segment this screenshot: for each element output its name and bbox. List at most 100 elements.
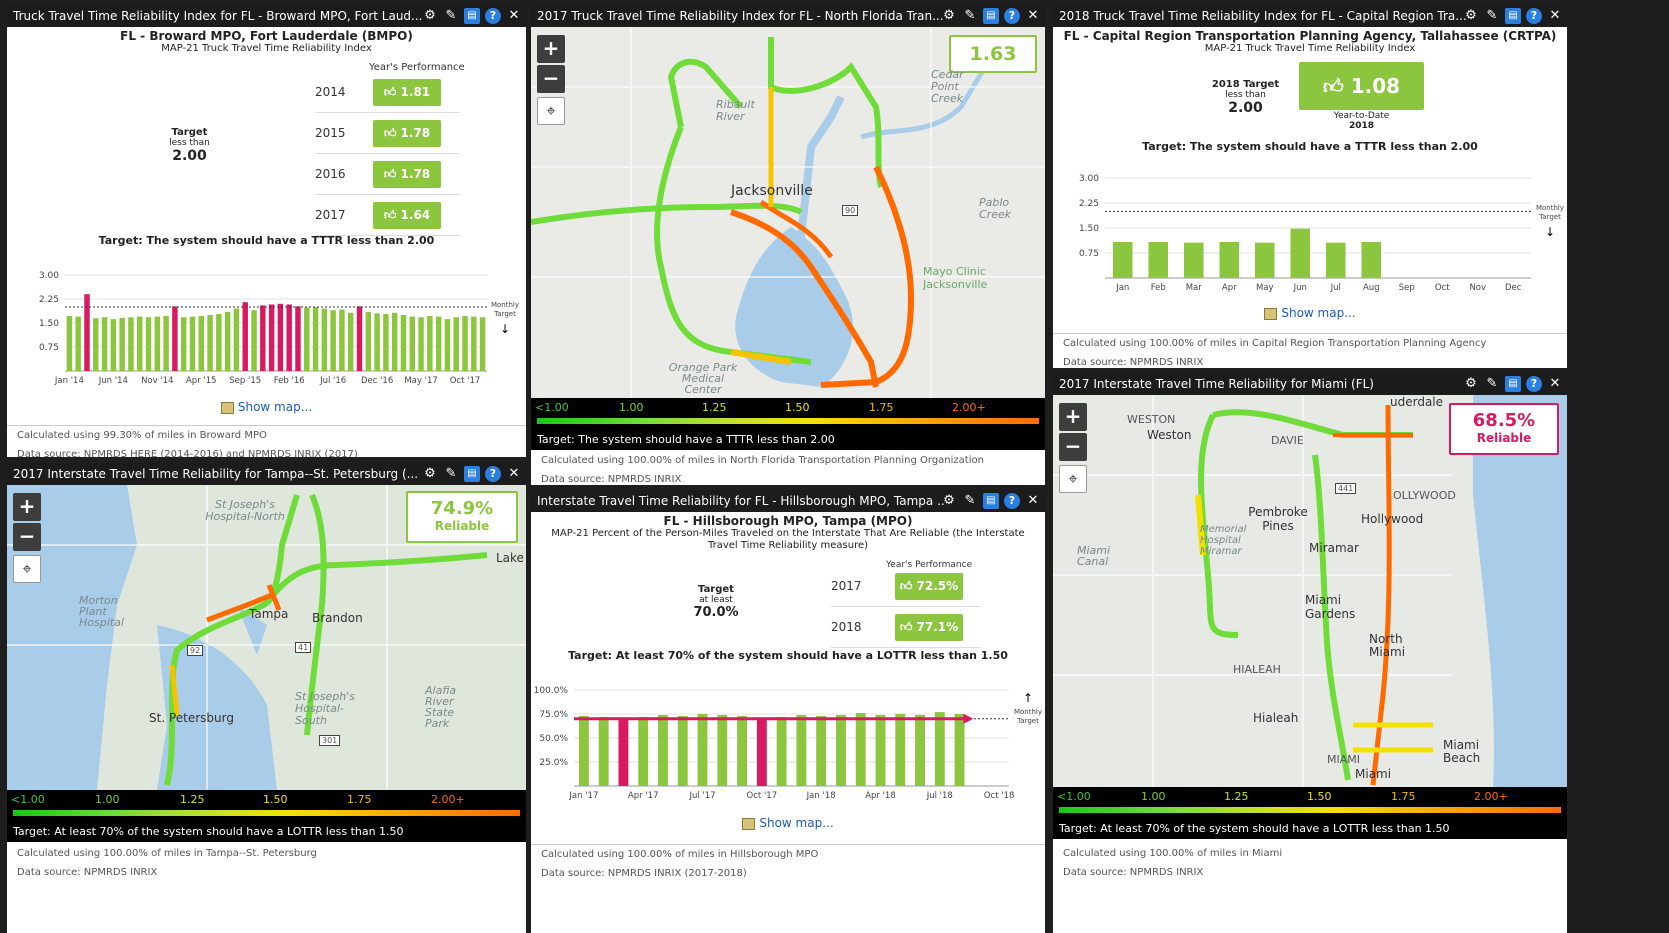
gear-icon[interactable]: ⚙ (422, 8, 438, 24)
y-tick-label: 2.25 (1079, 199, 1099, 209)
chart-bar (1290, 228, 1311, 278)
zoom-out-button[interactable]: − (13, 523, 41, 551)
map-label-pembroke: Pembroke Pines (1248, 505, 1308, 533)
legend-label: 1.50 (785, 401, 810, 414)
chart-bar (1112, 242, 1133, 278)
chart-bar (321, 308, 328, 371)
zoom-out-button[interactable]: − (537, 65, 565, 93)
chart-bar (717, 714, 728, 786)
help-icon[interactable]: ? (1004, 8, 1020, 24)
year-value: 77.1% (916, 620, 959, 634)
zoom-in-button[interactable]: + (13, 493, 41, 521)
close-icon[interactable]: ✕ (1025, 493, 1041, 509)
save-icon[interactable]: ▤ (464, 8, 480, 24)
chart-bar (471, 316, 477, 371)
map-label-stjs: St Joseph's Hospital-South (295, 690, 355, 727)
year-value: 1.78 (400, 167, 431, 181)
year-value: 72.5% (916, 579, 959, 593)
map-view[interactable]: + − ⌖ 1.63 Jacksonville Ribault River Ce… (531, 27, 1045, 398)
locate-button[interactable]: ⌖ (1059, 465, 1087, 493)
chart-bar (128, 317, 134, 371)
x-tick-label: Feb '16 (274, 376, 305, 386)
calc-note: Calculated using 100.00% of miles in Mia… (1063, 848, 1283, 859)
close-icon[interactable]: ✕ (506, 8, 522, 24)
x-tick-label: Dec '16 (361, 376, 393, 386)
map-view[interactable]: + − ⌖ 74.9% Reliable Tampa Brandon Lake … (7, 485, 526, 790)
chart-bar (875, 714, 886, 786)
close-icon[interactable]: ✕ (1547, 8, 1563, 24)
zoom-out-button[interactable]: − (1059, 433, 1087, 461)
pencil-icon[interactable]: ✎ (443, 466, 459, 482)
chart-bar (101, 317, 108, 371)
pencil-icon[interactable]: ✎ (962, 8, 978, 24)
chart-bar (374, 313, 380, 371)
x-tick-label: Apr '15 (186, 376, 217, 386)
chart-bar (189, 316, 196, 371)
locate-button[interactable]: ⌖ (13, 555, 41, 583)
save-icon[interactable]: ▤ (983, 493, 999, 509)
pencil-icon[interactable]: ✎ (1484, 8, 1500, 24)
chart-bar (356, 306, 363, 371)
x-tick-label: Jan (1115, 283, 1129, 293)
target-qualifier: less than (1225, 90, 1266, 100)
pencil-icon[interactable]: ✎ (962, 493, 978, 509)
help-icon[interactable]: ? (485, 466, 501, 482)
gear-icon[interactable]: ⚙ (1463, 376, 1479, 392)
chart-bar (242, 302, 248, 371)
zoom-in-button[interactable]: + (1059, 403, 1087, 431)
panel-header: Truck Travel Time Reliability Index for … (7, 5, 526, 27)
map-label-alafia: Alafia River State Park (425, 684, 457, 730)
help-icon[interactable]: ? (1004, 493, 1020, 509)
year-value-badge: 👍︎ 77.1% (895, 614, 963, 641)
help-icon[interactable]: ? (1526, 8, 1542, 24)
show-map-link[interactable]: Show map... (531, 816, 1045, 830)
map-label-ribault: Ribault River (716, 98, 755, 123)
close-icon[interactable]: ✕ (1547, 376, 1563, 392)
chart-bar (1183, 242, 1204, 278)
zoom-in-button[interactable]: + (537, 35, 565, 63)
calc-note: Calculated using 100.00% of miles in Hil… (541, 849, 819, 860)
chart-bar (598, 716, 609, 786)
chart-bar (776, 716, 787, 786)
save-icon[interactable]: ▤ (983, 8, 999, 24)
gear-icon[interactable]: ⚙ (1463, 8, 1479, 24)
map-label-stjn: St Joseph's Hospital-North (205, 498, 285, 523)
monthly-target-label: Monthly Target (1014, 708, 1042, 725)
map-label-mayo: Mayo Clinic Jacksonville (923, 265, 988, 291)
gear-icon[interactable]: ⚙ (941, 493, 957, 509)
chart-bar (224, 311, 231, 371)
close-icon[interactable]: ✕ (506, 466, 522, 482)
map-label-miami-caps: MIAMI (1327, 753, 1360, 766)
save-icon[interactable]: ▤ (1505, 8, 1521, 24)
save-icon[interactable]: ▤ (1505, 376, 1521, 392)
year-value-badge: 👍︎ 72.5% (895, 573, 963, 600)
gear-icon[interactable]: ⚙ (941, 8, 957, 24)
map-label-davie: DAVIE (1271, 434, 1304, 447)
target-arrow: ↑ (1023, 691, 1033, 705)
target-trend-arrow (963, 713, 974, 724)
target-arrow: ↓ (500, 322, 510, 336)
show-map-link[interactable]: Show map... (1053, 306, 1567, 320)
map-view[interactable]: + − ⌖ 68.5% Reliable WESTON Weston DAVIE… (1053, 395, 1567, 787)
pencil-icon[interactable]: ✎ (443, 8, 459, 24)
gear-icon[interactable]: ⚙ (422, 466, 438, 482)
panel-title: Truck Travel Time Reliability Index for … (13, 9, 423, 23)
locate-button[interactable]: ⌖ (537, 97, 565, 125)
help-icon[interactable]: ? (485, 8, 501, 24)
chart-bar (697, 714, 708, 786)
route-shield-301: 301 (319, 735, 341, 746)
chart-bar (260, 305, 266, 371)
save-icon[interactable]: ▤ (464, 466, 480, 482)
help-icon[interactable]: ? (1526, 376, 1542, 392)
target-statement: Target: At least 70% of the system shoul… (568, 649, 1008, 662)
legend-label: 1.25 (180, 793, 205, 806)
monthly-chart: 25.0% 50.0% 75.0% 100.0% Jan '17 Apr '17 Jul '… (534, 686, 1042, 800)
legend-gradient (537, 418, 1039, 424)
chart-bar (286, 304, 292, 371)
close-icon[interactable]: ✕ (1025, 8, 1041, 24)
target-value: 70.0% (693, 605, 739, 620)
map-label-jacksonville: Jacksonville (731, 183, 813, 199)
y-tick-label: 100.0% (534, 686, 569, 696)
pencil-icon[interactable]: ✎ (1484, 376, 1500, 392)
show-map-link[interactable]: Show map... (7, 400, 526, 414)
